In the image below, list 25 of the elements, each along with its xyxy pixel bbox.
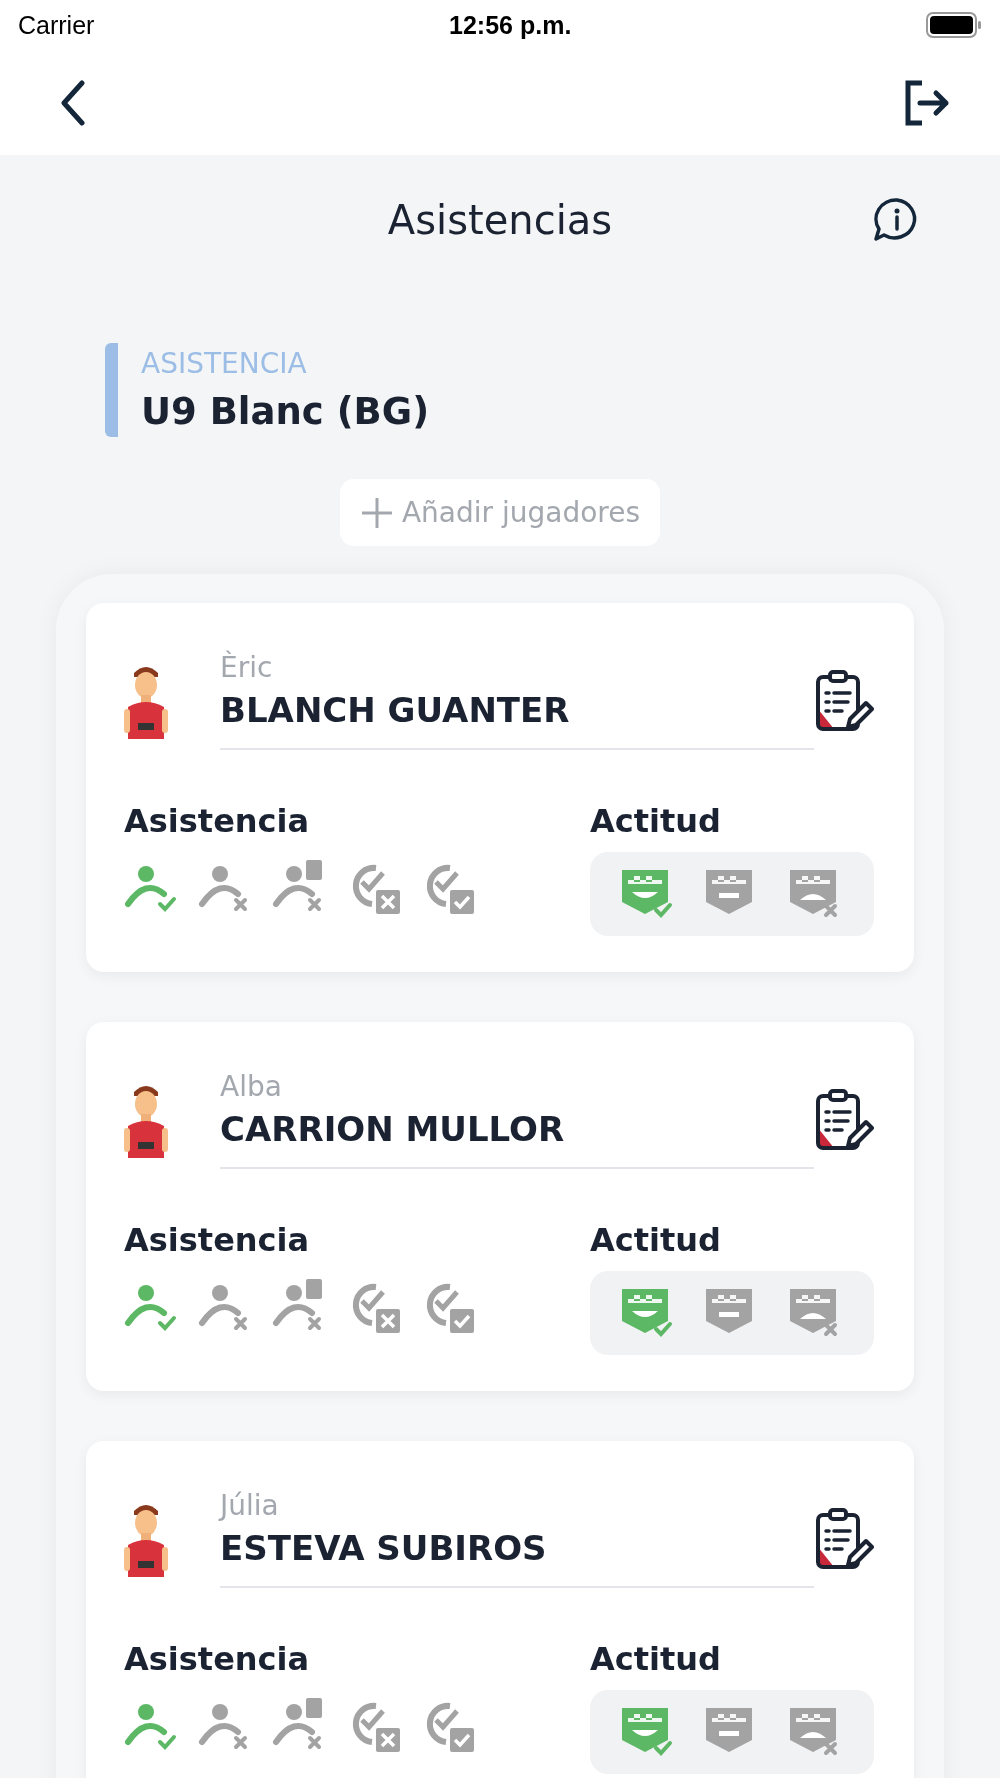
back-button[interactable]: [58, 79, 88, 126]
clipboard-edit-icon[interactable]: [814, 1087, 874, 1152]
team-name: U9 Blanc (BG): [141, 390, 431, 433]
attendance-label: Asistencia: [124, 1640, 311, 1678]
attendance-label: Asistencia: [124, 802, 311, 840]
page-title: Asistencias: [387, 197, 613, 243]
attendance-label: Asistencia: [124, 1221, 311, 1259]
attitude-label: Actitud: [590, 802, 722, 840]
battery-icon: [926, 12, 982, 38]
attitude-label: Actitud: [590, 1221, 722, 1259]
player-first-name: Èric: [220, 651, 274, 684]
add-players-button[interactable]: Añadir jugadores: [339, 479, 661, 546]
status-time: 12:56 p.m.: [449, 10, 572, 40]
player-first-name: Júlia: [220, 1489, 280, 1522]
player-last-name: CARRION MULLOR: [220, 1109, 566, 1149]
attitude-label: Actitud: [590, 1640, 722, 1678]
session-label: ASISTENCIA: [141, 347, 308, 380]
clipboard-edit-icon[interactable]: [814, 1506, 874, 1571]
player-last-name: BLANCH GUANTER: [220, 690, 571, 730]
logout-button[interactable]: [904, 79, 950, 126]
carrier-label: Carrier: [18, 10, 95, 40]
player-last-name: ESTEVA SUBIROS: [220, 1528, 548, 1568]
player-first-name: Alba: [220, 1070, 283, 1103]
clipboard-edit-icon[interactable]: [814, 668, 874, 733]
plus-icon: [359, 495, 394, 530]
